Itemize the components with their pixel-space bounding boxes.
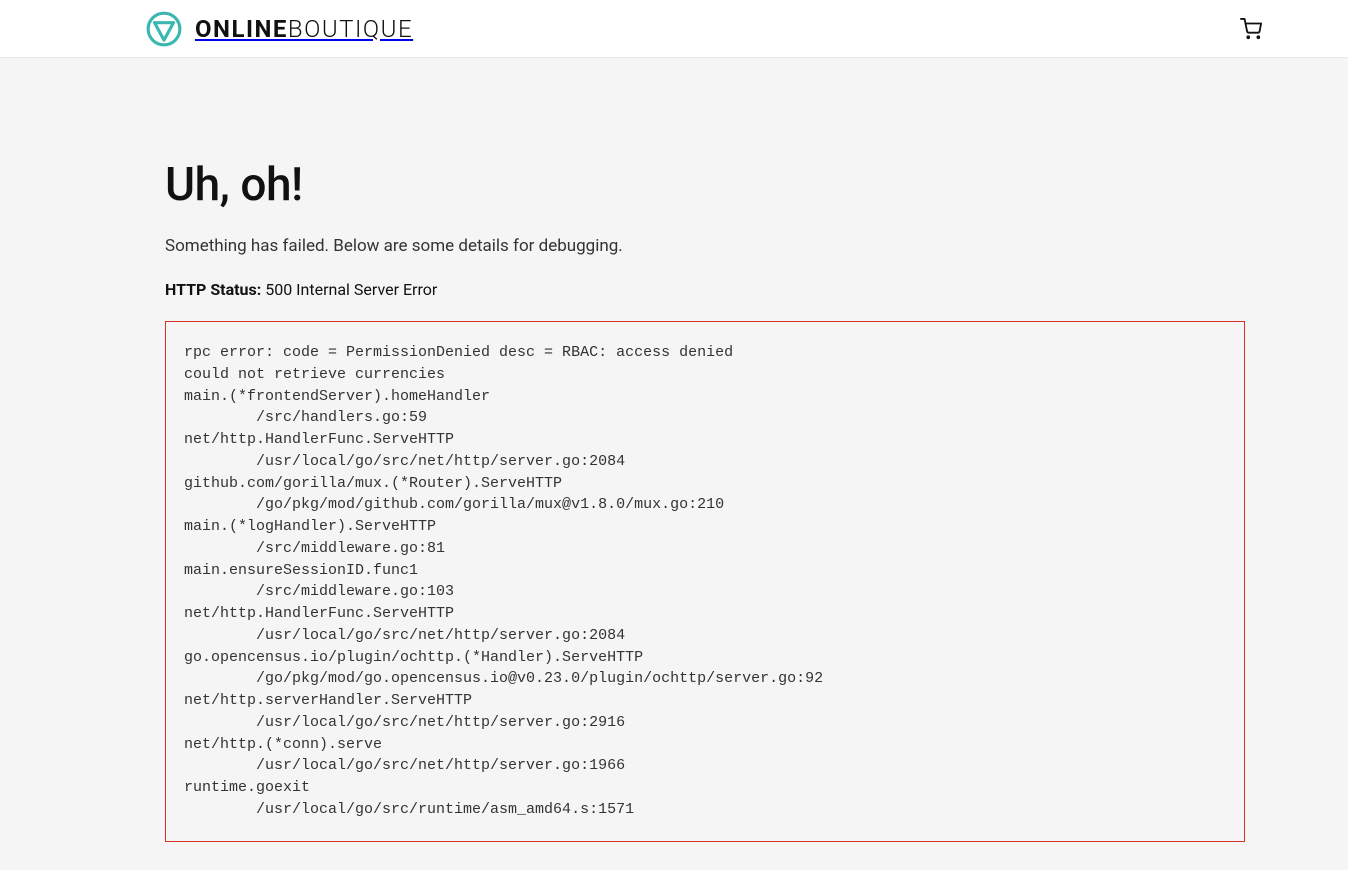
cart-button[interactable]	[1234, 12, 1268, 46]
error-heading: Uh, oh!	[165, 158, 1248, 212]
brand-link[interactable]: ONLINEBOUTIQUE	[145, 10, 413, 48]
stack-trace: rpc error: code = PermissionDenied desc …	[165, 321, 1245, 842]
http-status-label: HTTP Status:	[165, 280, 261, 299]
error-subtext: Something has failed. Below are some det…	[165, 236, 1248, 256]
http-status-value: 500 Internal Server Error	[265, 280, 437, 299]
cart-icon	[1240, 18, 1262, 40]
http-status-line: HTTP Status: 500 Internal Server Error	[165, 280, 1248, 299]
main-content: Uh, oh! Something has failed. Below are …	[0, 58, 1348, 842]
brand-logo-icon	[145, 10, 183, 48]
top-header: ONLINEBOUTIQUE	[0, 0, 1348, 58]
brand-bold: ONLINE	[195, 15, 288, 43]
brand-text: ONLINEBOUTIQUE	[195, 15, 413, 43]
brand-thin: BOUTIQUE	[288, 15, 413, 43]
